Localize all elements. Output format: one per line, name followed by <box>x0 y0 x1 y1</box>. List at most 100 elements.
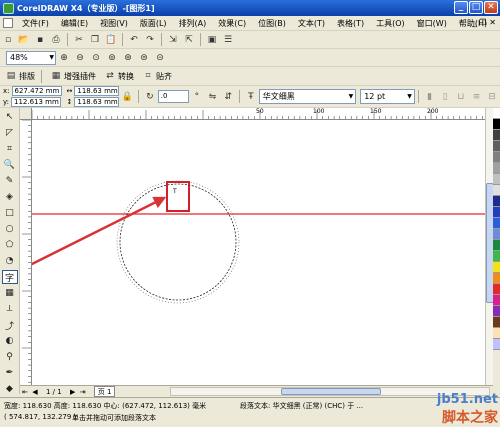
open-icon[interactable]: 📂 <box>18 34 30 46</box>
horizontal-ruler[interactable]: 50 100 150 200 <box>32 108 485 120</box>
font-family-select[interactable]: 华文细黑 <box>258 89 357 104</box>
fill-tool-icon[interactable]: ◆ <box>2 382 18 396</box>
crop-tool-icon[interactable]: ⌗ <box>2 142 18 156</box>
color-swatch[interactable] <box>493 262 500 273</box>
zoom-in-icon[interactable]: ⊕ <box>58 52 70 64</box>
menu-view[interactable]: 视图(V) <box>94 18 134 29</box>
underline-icon[interactable]: ⊔ <box>454 90 468 104</box>
zoom-tool-icon[interactable]: 🔍 <box>2 158 18 172</box>
color-swatch[interactable] <box>493 229 500 240</box>
print-icon[interactable]: ⎙ <box>50 34 62 46</box>
menu-text[interactable]: 文本(T) <box>292 18 331 29</box>
last-page-icon[interactable]: ⇥ <box>78 388 88 396</box>
pick-tool-icon[interactable]: ↖ <box>2 110 18 124</box>
freehand-tool-icon[interactable]: ✎ <box>2 174 18 188</box>
color-swatch[interactable] <box>493 196 500 207</box>
ruler-origin[interactable] <box>20 108 32 120</box>
color-swatch[interactable] <box>493 317 500 328</box>
convert-button[interactable]: ⇄ 转换 <box>99 70 137 82</box>
rotate-icon[interactable]: ↻ <box>144 91 156 103</box>
color-swatch[interactable] <box>493 240 500 251</box>
angle-field[interactable]: .0 <box>157 90 189 103</box>
prev-page-icon[interactable]: ◀ <box>30 388 40 396</box>
menu-layout[interactable]: 版面(L) <box>134 18 173 29</box>
drawing-canvas[interactable]: T <box>32 120 485 385</box>
new-document-icon[interactable]: ▫ <box>2 34 14 46</box>
align-icon[interactable]: ≡ <box>470 90 484 104</box>
horizontal-scroll-thumb[interactable] <box>281 388 381 395</box>
format-text-icon[interactable]: ⊟ <box>485 90 499 104</box>
zoom-page-icon[interactable]: ⊛ <box>122 52 134 64</box>
ellipse-tool-icon[interactable]: ○ <box>2 222 18 236</box>
connector-tool-icon[interactable]: ⤴ <box>2 318 18 332</box>
basic-shapes-tool-icon[interactable]: ◔ <box>2 254 18 268</box>
menu-bitmaps[interactable]: 位图(B) <box>252 18 292 29</box>
undo-icon[interactable]: ↶ <box>128 34 140 46</box>
menu-edit[interactable]: 编辑(E) <box>55 18 94 29</box>
document-icon[interactable] <box>3 18 13 28</box>
cut-icon[interactable]: ✂ <box>73 34 85 46</box>
lock-ratio-icon[interactable]: 🔒 <box>121 91 133 103</box>
color-swatch[interactable] <box>493 218 500 229</box>
text-tool-icon[interactable]: 字 <box>1 270 18 284</box>
first-page-icon[interactable]: ⇤ <box>20 388 30 396</box>
layout-button[interactable]: ▤ 排版 <box>0 70 38 82</box>
options-icon[interactable]: ☰ <box>222 34 234 46</box>
color-swatch[interactable] <box>493 339 500 350</box>
close-button[interactable]: ✕ <box>484 1 498 14</box>
vertical-ruler[interactable] <box>20 120 32 385</box>
redo-icon[interactable]: ↷ <box>144 34 156 46</box>
color-swatch[interactable] <box>493 207 500 218</box>
zoom-out-icon[interactable]: ⊖ <box>74 52 86 64</box>
doc-close-icon[interactable]: ✕ <box>489 18 496 27</box>
menu-arrange[interactable]: 排列(A) <box>173 18 213 29</box>
color-swatch[interactable] <box>493 119 500 130</box>
zoom-all-icon[interactable]: ⊚ <box>106 52 118 64</box>
x-position-field[interactable]: 627.472 mm <box>11 86 62 96</box>
doc-restore-icon[interactable]: ❐ <box>479 18 486 27</box>
zoom-selected-icon[interactable]: ⊙ <box>90 52 102 64</box>
y-position-field[interactable]: 112.613 mm <box>11 97 61 107</box>
export-icon[interactable]: ⇱ <box>183 34 195 46</box>
zoom-level-select[interactable]: 48% <box>6 50 56 65</box>
vertical-scrollbar[interactable] <box>485 108 494 385</box>
page-tab[interactable]: 页 1 <box>93 386 116 397</box>
color-swatch[interactable] <box>493 163 500 174</box>
italic-icon[interactable]: ▯ <box>438 90 452 104</box>
save-icon[interactable]: ▪ <box>34 34 46 46</box>
color-swatch[interactable] <box>493 152 500 163</box>
blend-tool-icon[interactable]: ◐ <box>2 334 18 348</box>
minimize-button[interactable]: _ <box>454 1 468 14</box>
color-swatch[interactable] <box>493 251 500 262</box>
color-swatch[interactable] <box>493 273 500 284</box>
dimension-tool-icon[interactable]: ⟂ <box>2 302 18 316</box>
circle-path-shape[interactable] <box>119 183 237 301</box>
rectangle-tool-icon[interactable]: □ <box>2 206 18 220</box>
table-tool-icon[interactable]: ▦ <box>2 286 18 300</box>
color-swatch[interactable] <box>493 284 500 295</box>
menu-effects[interactable]: 效果(C) <box>212 18 252 29</box>
next-page-icon[interactable]: ▶ <box>68 388 78 396</box>
mirror-vertical-icon[interactable]: ⇵ <box>222 91 234 103</box>
color-swatch[interactable] <box>493 141 500 152</box>
doc-minimize-icon[interactable]: _ <box>472 18 476 27</box>
color-swatch[interactable] <box>493 185 500 196</box>
color-swatch[interactable] <box>493 306 500 317</box>
application-launcher-icon[interactable]: ▣ <box>206 34 218 46</box>
snap-button[interactable]: ⌗ 贴齐 <box>137 70 175 82</box>
color-swatch[interactable] <box>493 174 500 185</box>
import-icon[interactable]: ⇲ <box>167 34 179 46</box>
copy-icon[interactable]: ❐ <box>89 34 101 46</box>
coreldraw-app-icon[interactable] <box>3 2 14 14</box>
polygon-tool-icon[interactable]: ⬠ <box>2 238 18 252</box>
bold-icon[interactable]: ▮ <box>423 90 437 104</box>
color-swatch[interactable] <box>493 130 500 141</box>
shape-tool-icon[interactable]: ◸ <box>2 126 18 140</box>
height-field[interactable]: 118.63 mm <box>74 97 120 107</box>
menu-tools[interactable]: 工具(O) <box>370 18 411 29</box>
maximize-button[interactable]: □ <box>469 1 483 14</box>
menu-table[interactable]: 表格(T) <box>331 18 370 29</box>
color-swatch[interactable] <box>493 295 500 306</box>
width-field[interactable]: 118.63 mm <box>74 86 120 96</box>
eyedropper-tool-icon[interactable]: ⚲ <box>2 350 18 364</box>
